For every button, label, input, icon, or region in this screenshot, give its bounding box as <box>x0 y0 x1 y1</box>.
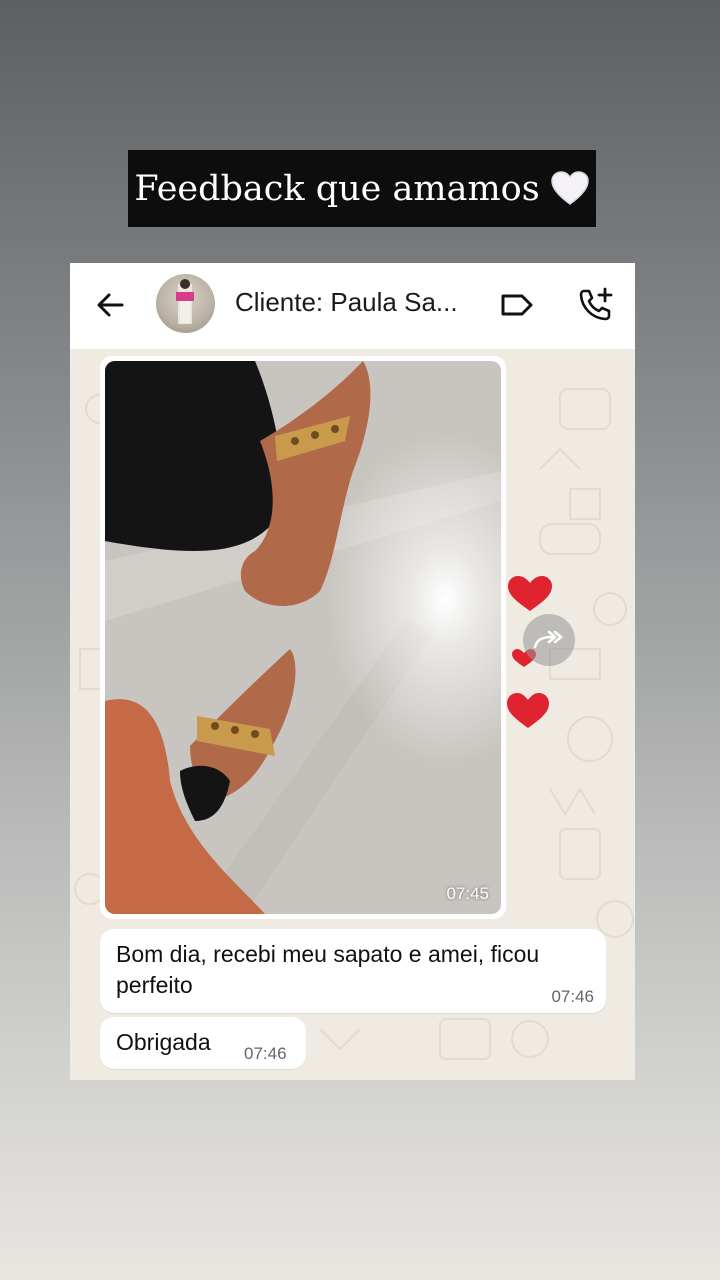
forward-button[interactable] <box>523 614 575 666</box>
forward-arrow-icon <box>533 630 563 649</box>
message-text: Bom dia, recebi meu sapato e amei, ficou… <box>116 941 540 998</box>
add-call-icon[interactable] <box>578 286 614 322</box>
contact-avatar[interactable] <box>156 274 215 333</box>
chat-header: Cliente: Paula Sa... <box>70 263 635 349</box>
text-message-bubble[interactable]: Obrigada 07:46 <box>100 1017 306 1069</box>
whatsapp-chat-screenshot: Cliente: Paula Sa... 07:45 Bom dia, rece… <box>70 263 635 1080</box>
shoe-photo[interactable]: 07:45 <box>105 361 501 914</box>
message-timestamp: 07:45 <box>446 884 489 903</box>
text-message-bubble[interactable]: Bom dia, recebi meu sapato e amei, ficou… <box>100 929 606 1013</box>
message-timestamp: 07:46 <box>551 987 594 1006</box>
message-timestamp: 07:46 <box>244 1044 287 1063</box>
arrow-left-icon[interactable] <box>94 289 126 321</box>
white-heart-icon <box>550 170 589 205</box>
banner-title: Feedback que amamos <box>134 168 540 209</box>
label-tag-icon[interactable] <box>500 290 534 320</box>
contact-name[interactable]: Cliente: Paula Sa... <box>235 287 480 318</box>
image-message-bubble[interactable]: 07:45 <box>100 356 506 919</box>
message-text: Obrigada <box>116 1029 211 1055</box>
story-caption-banner: Feedback que amamos <box>128 150 596 227</box>
